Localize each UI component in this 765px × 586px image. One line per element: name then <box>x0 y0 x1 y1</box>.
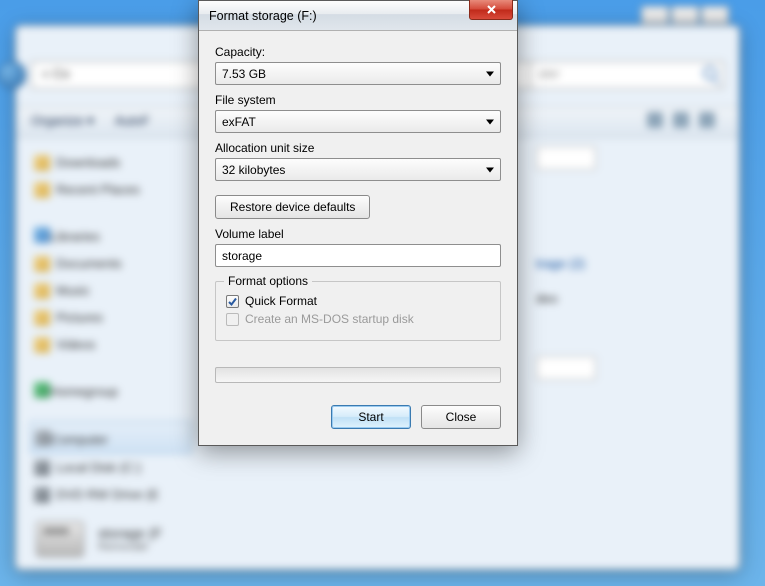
sidebar-item-localdisk[interactable]: Local Disk (C:) <box>30 454 192 481</box>
content-text: deo <box>536 291 724 306</box>
minimize-button[interactable] <box>641 6 669 24</box>
close-icon <box>486 4 497 15</box>
preview-icon[interactable] <box>673 112 689 128</box>
help-icon[interactable] <box>699 112 715 128</box>
close-dialog-button[interactable]: Close <box>421 405 501 429</box>
capacity-value: 7.53 GB <box>222 67 266 81</box>
sidebar-item-music[interactable]: Music <box>30 277 192 304</box>
disk-icon <box>34 460 50 476</box>
content-field-2 <box>536 356 596 380</box>
drive-title: storage (F <box>98 525 162 541</box>
folder-icon <box>34 337 50 353</box>
libraries-icon <box>34 227 50 243</box>
msdos-row: Create an MS-DOS startup disk <box>226 312 490 326</box>
disc-icon <box>34 487 50 503</box>
sidebar-item-recent[interactable]: Recent Places <box>30 176 192 203</box>
search-box[interactable]: ster <box>529 61 724 89</box>
organize-menu[interactable]: Organize ▾ <box>31 113 94 128</box>
quick-format-row[interactable]: Quick Format <box>226 294 490 308</box>
folder-icon <box>34 283 50 299</box>
capacity-select[interactable]: 7.53 GB <box>215 62 501 85</box>
dialog-title: Format storage (F:) <box>209 9 317 23</box>
storage-link[interactable]: trage (2) <box>536 256 724 271</box>
filesystem-select[interactable]: exFAT <box>215 110 501 133</box>
search-icon <box>703 66 717 80</box>
restore-defaults-button[interactable]: Restore device defaults <box>215 195 370 219</box>
folder-icon <box>34 310 50 326</box>
volume-label-input[interactable] <box>215 244 501 267</box>
volume-label-label: Volume label <box>215 227 501 241</box>
allocation-select[interactable]: 32 kilobytes <box>215 158 501 181</box>
msdos-label: Create an MS-DOS startup disk <box>245 312 414 326</box>
sidebar-item-pictures[interactable]: Pictures <box>30 304 192 331</box>
quick-format-label: Quick Format <box>245 294 317 308</box>
chevron-down-icon <box>486 71 494 76</box>
maximize-button[interactable] <box>671 6 699 24</box>
details-pane: storage (F Removabl <box>36 521 162 557</box>
progress-bar <box>215 367 501 383</box>
check-icon <box>227 296 238 307</box>
filesystem-value: exFAT <box>222 115 256 129</box>
folder-icon <box>34 256 50 272</box>
sidebar-item-downloads[interactable]: Downloads <box>30 149 192 176</box>
autof-menu[interactable]: AutoF <box>115 113 150 128</box>
sidebar-header-computer[interactable]: Computer <box>30 421 192 454</box>
toolbar-icons <box>647 112 715 128</box>
sidebar-header-homegroup[interactable]: Homegroup <box>30 374 192 405</box>
chevron-down-icon <box>486 167 494 172</box>
close-win-button[interactable] <box>701 6 729 24</box>
view-icon[interactable] <box>647 112 663 128</box>
dialog-titlebar[interactable]: Format storage (F:) <box>199 1 517 31</box>
allocation-label: Allocation unit size <box>215 141 501 155</box>
close-button[interactable] <box>469 0 513 20</box>
sidebar: Downloads Recent Places Libraries Docume… <box>16 141 206 569</box>
homegroup-icon <box>34 382 50 398</box>
allocation-value: 32 kilobytes <box>222 163 285 177</box>
capacity-label: Capacity: <box>215 45 501 59</box>
sidebar-item-videos[interactable]: Videos <box>30 331 192 358</box>
search-placeholder: ster <box>538 66 560 81</box>
dialog-body: Capacity: 7.53 GB File system exFAT Allo… <box>199 31 517 445</box>
folder-icon <box>34 182 50 198</box>
sidebar-item-documents[interactable]: Documents <box>30 250 192 277</box>
drive-icon <box>36 521 84 557</box>
format-options-legend: Format options <box>224 274 312 288</box>
drive-subtitle: Removabl <box>98 541 162 553</box>
content-field <box>536 146 596 170</box>
folder-icon <box>34 155 50 171</box>
quick-format-checkbox[interactable] <box>226 295 239 308</box>
format-dialog: Format storage (F:) Capacity: 7.53 GB Fi… <box>198 0 518 446</box>
chevron-down-icon <box>486 119 494 124</box>
filesystem-label: File system <box>215 93 501 107</box>
address-text: « Co <box>42 66 69 81</box>
dialog-footer: Start Close <box>215 405 501 429</box>
computer-icon <box>35 430 51 446</box>
start-button[interactable]: Start <box>331 405 411 429</box>
nav-forward-button[interactable] <box>0 61 26 89</box>
msdos-checkbox <box>226 313 239 326</box>
window-controls <box>641 6 729 24</box>
sidebar-item-dvd[interactable]: DVD RW Drive (E <box>30 481 192 508</box>
format-options-group: Format options Quick Format Create an MS… <box>215 281 501 341</box>
sidebar-header-libraries[interactable]: Libraries <box>30 219 192 250</box>
